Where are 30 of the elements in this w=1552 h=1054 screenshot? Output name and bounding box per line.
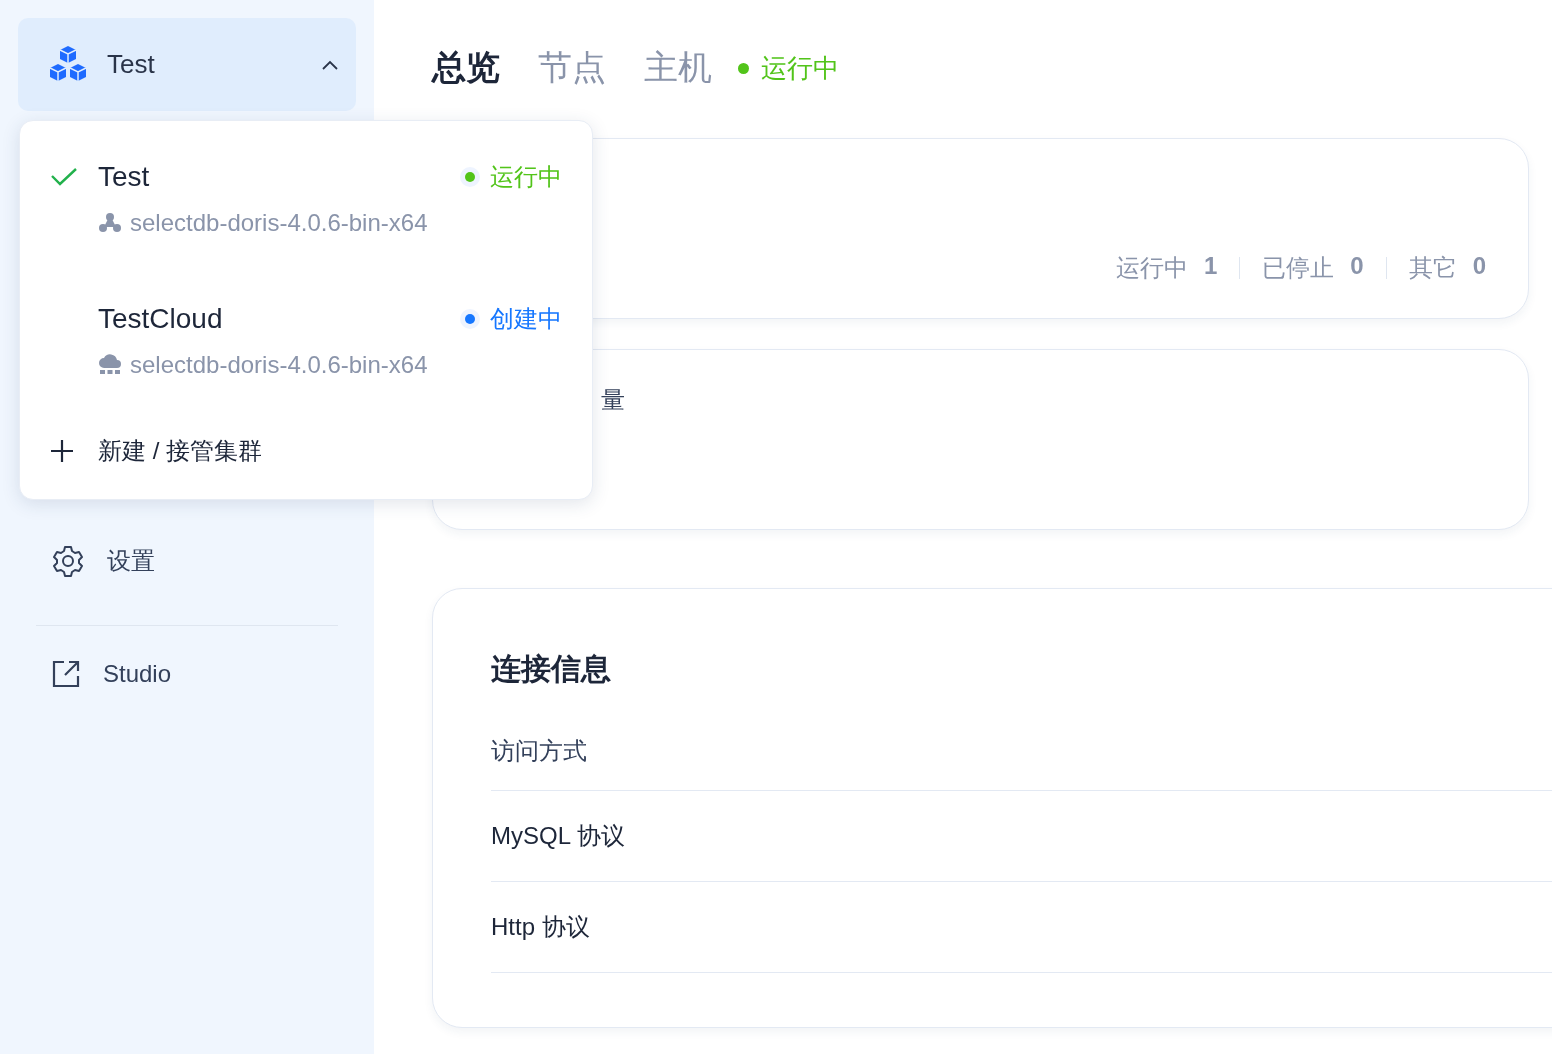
cloud-icon [98,354,122,376]
plus-icon [50,439,74,463]
cluster-nodes-icon [98,212,122,234]
card-title: 连接信息 [491,651,612,687]
tab[interactable]: 总览 [432,45,500,91]
settings-icon [51,544,85,578]
external-link-icon [51,659,81,689]
status-label: 运行中 [490,162,562,192]
column-header: 访问方式 [491,736,587,766]
cluster-option[interactable]: TestCloud 创建中 selectdb-doris-4.0.6-bin-x64 [50,287,562,399]
stat-label: 运行中 [1115,253,1188,283]
status-label: 运行中 [761,51,839,85]
cluster-name: TestCloud [98,303,224,335]
sidebar-item[interactable]: Studio [18,646,356,702]
add-cluster-button[interactable]: 新建 / 接管集群 [50,435,562,467]
stat-label: 已停止 [1262,253,1335,283]
stat-value: 0 [1350,252,1364,281]
sidebar-item[interactable]: 设置 [18,533,356,589]
version-label: selectdb-doris-4.0.6-bin-x64 [130,351,428,379]
cluster-selector[interactable]: Test [18,18,356,111]
row-label: Http 协议 [491,912,590,942]
status-label: 创建中 [490,304,562,334]
card-title: 量 [601,386,625,413]
version-label: selectdb-doris-4.0.6-bin-x64 [130,209,428,237]
cluster-option[interactable]: Test 运行中 selectdb-doris-4.0.6-bin-x64 [50,145,562,257]
cluster-name: Test [98,161,151,193]
row-label: MySQL 协议 [491,821,625,851]
stat-value: 1 [1203,252,1218,281]
stat-label: 其它 [1408,253,1457,283]
stat-value: 0 [1472,252,1486,281]
